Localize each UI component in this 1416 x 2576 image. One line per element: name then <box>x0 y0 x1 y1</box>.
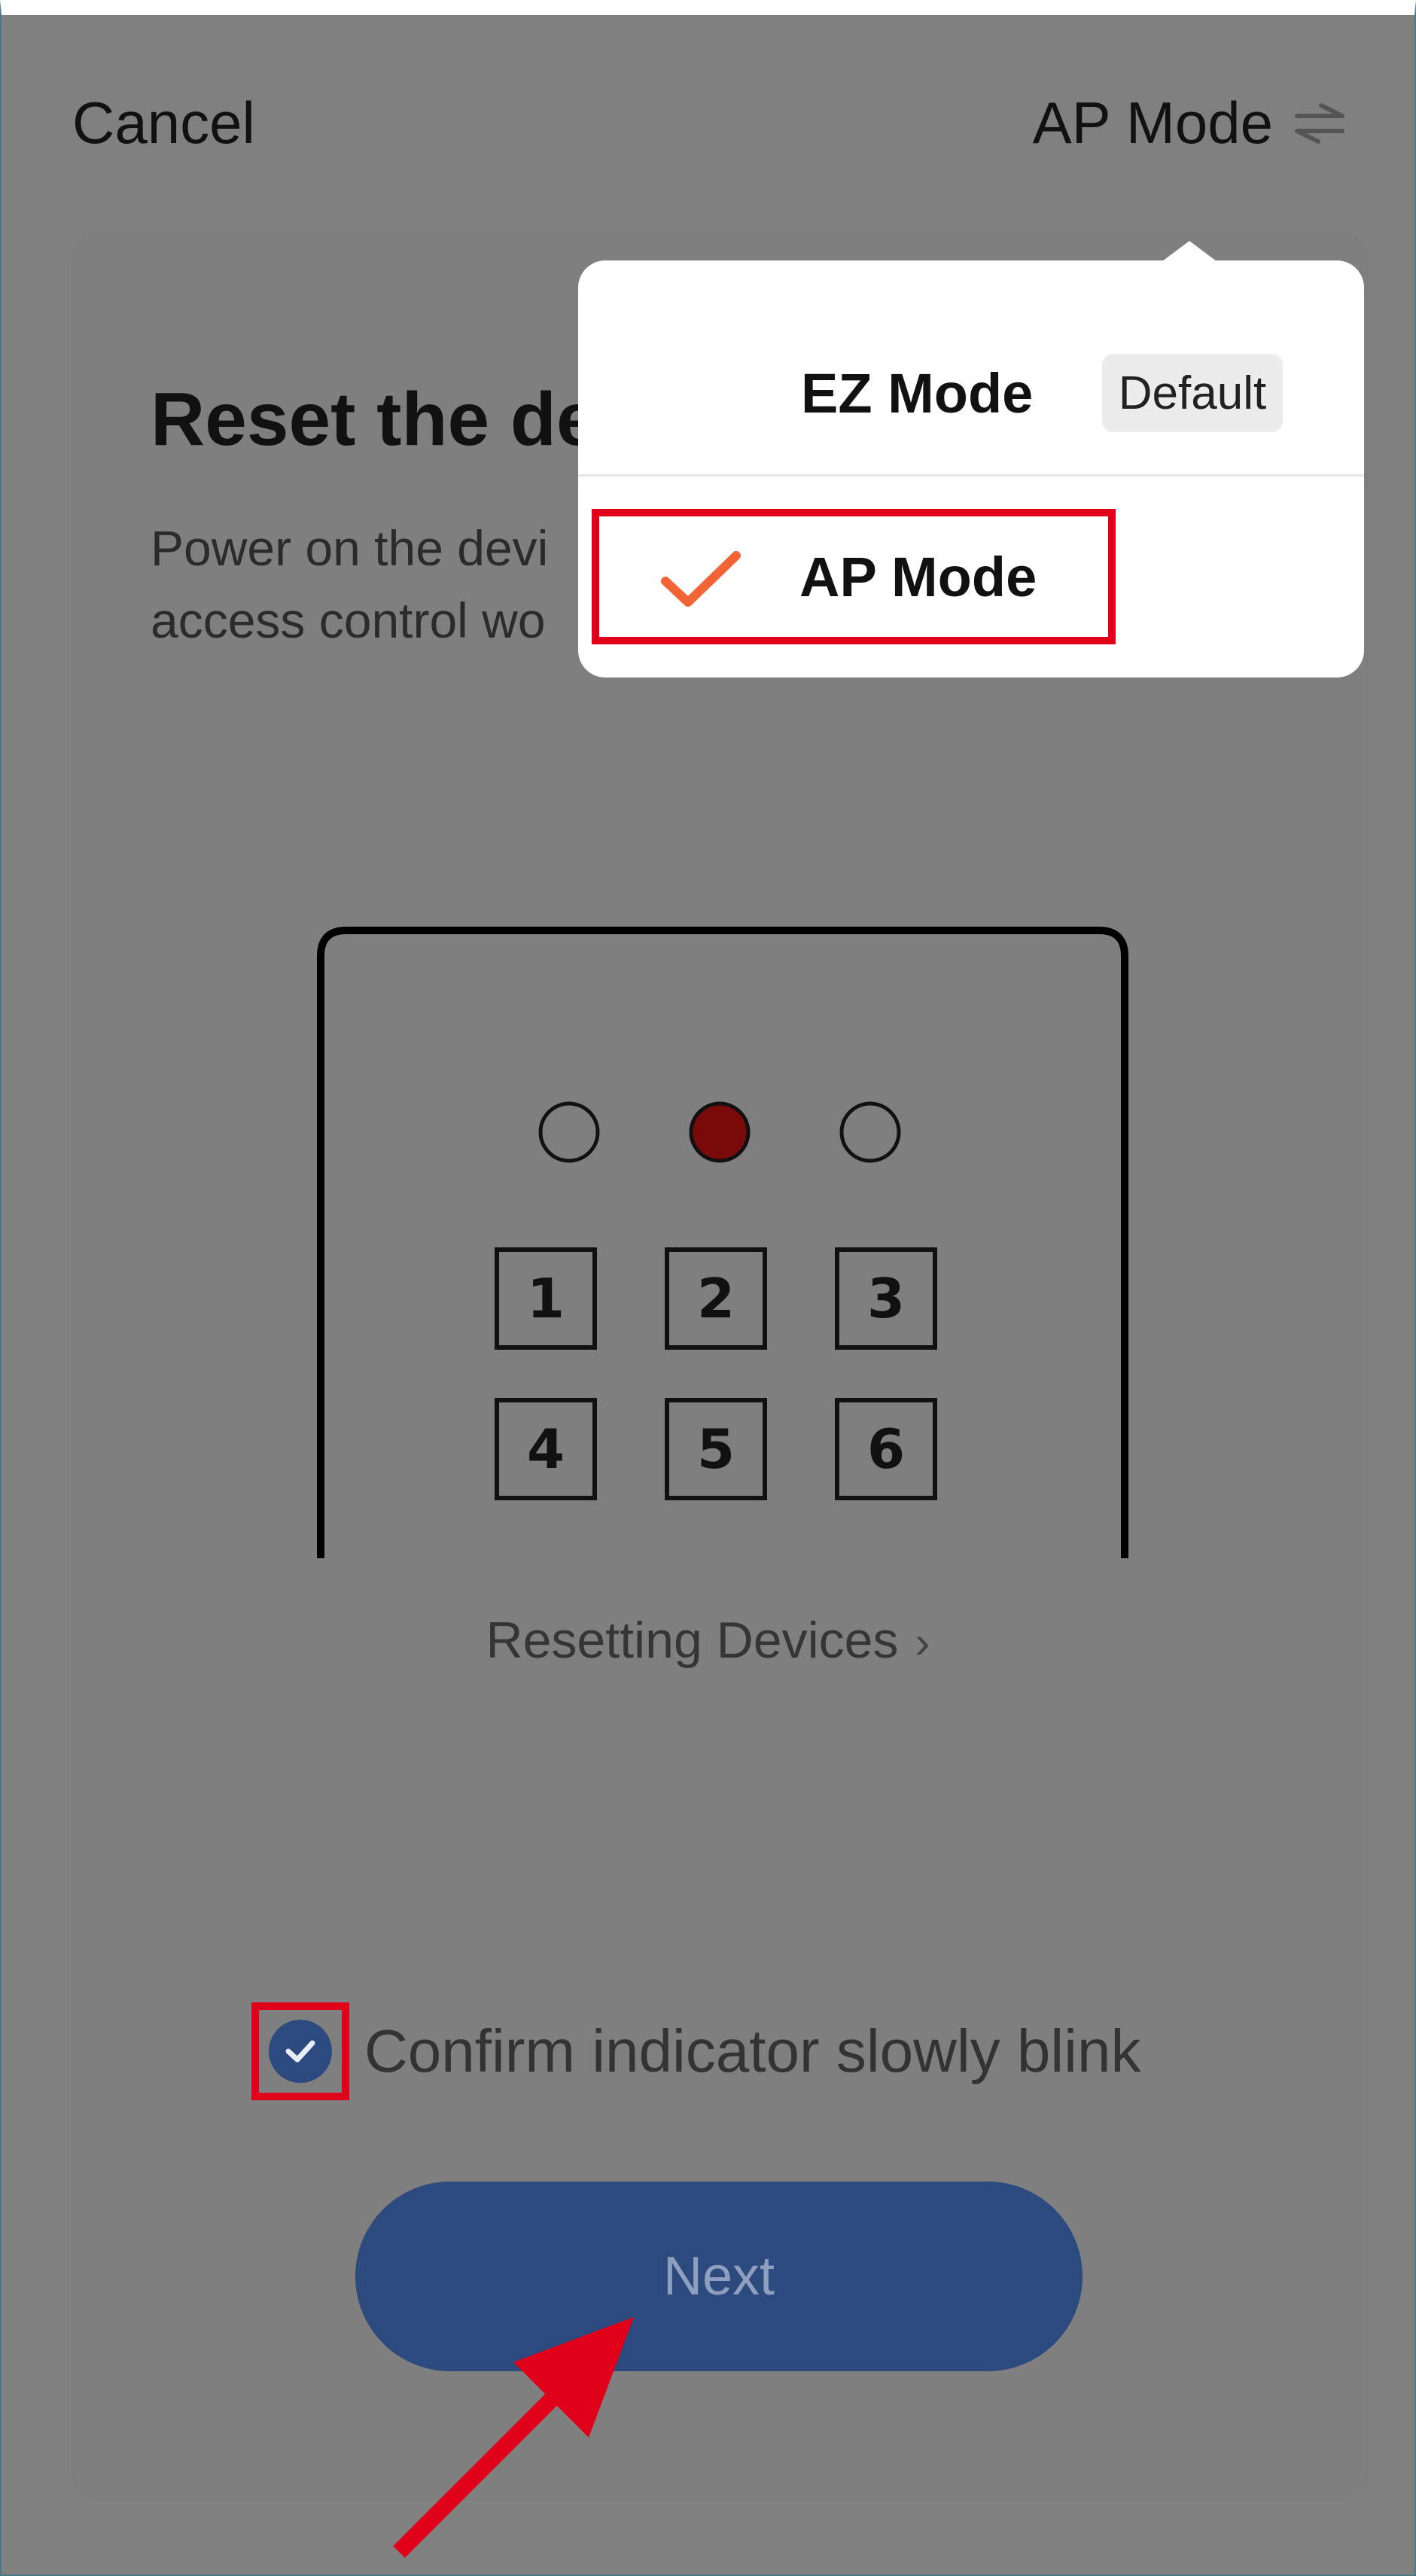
ez-mode-label: EZ Mode <box>801 361 1034 425</box>
checkbox-highlight <box>251 2002 349 2100</box>
instruction-line-1: Power on the devi <box>151 520 549 576</box>
menu-item-ap-mode[interactable]: AP Mode <box>799 545 1037 609</box>
confirm-indicator-row[interactable]: Confirm indicator slowly blink <box>251 2002 1140 2100</box>
instruction-line-2: access control wo <box>151 592 546 648</box>
checkmark-icon <box>661 551 741 607</box>
annotation-arrow-icon <box>393 2317 634 2558</box>
keypad-key-label: 3 <box>867 1267 905 1330</box>
indicator-light-left <box>538 1101 600 1163</box>
chevron-right-icon: › <box>915 1617 930 1667</box>
indicator-light-center <box>689 1101 751 1163</box>
check-icon <box>285 2040 315 2063</box>
page-title: Reset the de <box>151 377 598 461</box>
swap-arrows-icon <box>1291 101 1348 146</box>
resetting-devices-label: Resetting Devices <box>486 1612 899 1669</box>
menu-divider <box>578 474 1364 477</box>
device-illustration: 1 2 3 4 5 6 <box>316 926 1129 1558</box>
confirm-checkbox[interactable] <box>269 2020 332 2083</box>
mode-switch-label: AP Mode <box>1032 90 1273 156</box>
keypad-key-label: 2 <box>697 1267 735 1330</box>
instruction-text: Power on the devi access control wo <box>151 512 548 656</box>
resetting-devices-link[interactable]: Resetting Devices › <box>0 1611 1416 1670</box>
default-badge: Default <box>1102 354 1283 432</box>
confirm-label: Confirm indicator slowly blink <box>364 2017 1141 2084</box>
indicator-light-right <box>839 1101 901 1163</box>
mode-switch-button[interactable]: AP Mode <box>1033 89 1348 157</box>
keypad-key-label: 1 <box>527 1267 565 1330</box>
menu-item-ez-mode[interactable]: EZ Mode Default <box>578 318 1364 468</box>
keypad-key-label: 5 <box>697 1417 735 1481</box>
keypad-key-label: 6 <box>867 1417 905 1481</box>
keypad-key-label: 4 <box>527 1417 565 1481</box>
cancel-button[interactable]: Cancel <box>72 89 255 157</box>
